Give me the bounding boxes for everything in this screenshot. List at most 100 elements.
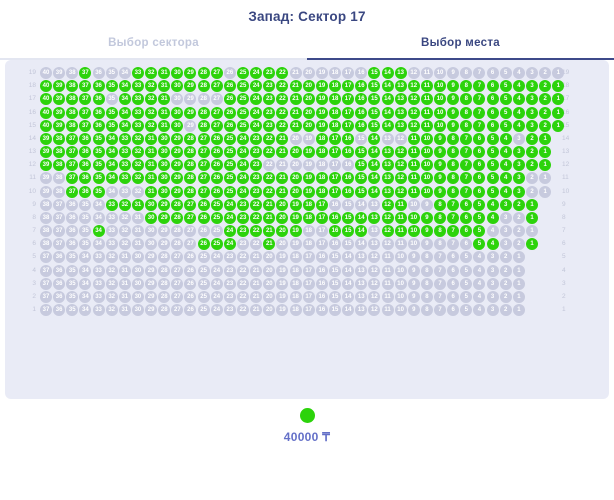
seat[interactable]: 22 [263, 133, 275, 145]
seat[interactable]: 24 [237, 133, 249, 145]
seat[interactable]: 2 [526, 159, 538, 171]
seat[interactable]: 15 [342, 225, 354, 237]
seat[interactable]: 3 [513, 146, 525, 158]
seat[interactable]: 26 [224, 107, 236, 119]
seat[interactable]: 8 [447, 172, 459, 184]
seat[interactable]: 6 [460, 212, 472, 224]
seat[interactable]: 28 [198, 80, 210, 92]
seat[interactable]: 33 [132, 120, 144, 132]
seat[interactable]: 40 [40, 107, 52, 119]
seat[interactable]: 18 [303, 212, 315, 224]
seat[interactable]: 35 [93, 186, 105, 198]
seat[interactable]: 16 [342, 146, 354, 158]
seat[interactable]: 11 [408, 146, 420, 158]
seat[interactable]: 27 [198, 146, 210, 158]
seat[interactable]: 39 [53, 93, 65, 105]
seat[interactable]: 33 [119, 159, 131, 171]
seat[interactable]: 14 [355, 225, 367, 237]
seat[interactable]: 1 [526, 199, 538, 211]
seat[interactable]: 26 [211, 133, 223, 145]
seat[interactable]: 27 [184, 212, 196, 224]
seat[interactable]: 22 [276, 107, 288, 119]
seat[interactable]: 19 [316, 107, 328, 119]
seat[interactable]: 12 [382, 212, 394, 224]
seat[interactable]: 31 [158, 67, 170, 79]
seat[interactable]: 24 [250, 67, 262, 79]
seat[interactable]: 27 [211, 120, 223, 132]
seat[interactable]: 17 [316, 212, 328, 224]
seat[interactable]: 28 [184, 159, 196, 171]
seat[interactable]: 40 [40, 93, 52, 105]
seat[interactable]: 31 [145, 146, 157, 158]
seat[interactable]: 11 [408, 186, 420, 198]
seat[interactable]: 29 [184, 107, 196, 119]
seat[interactable]: 22 [250, 225, 262, 237]
seat[interactable]: 8 [434, 199, 446, 211]
seat[interactable]: 34 [106, 172, 118, 184]
seat[interactable]: 19 [290, 212, 302, 224]
seat[interactable]: 3 [526, 93, 538, 105]
seat[interactable]: 3 [513, 186, 525, 198]
seat[interactable]: 28 [198, 120, 210, 132]
seat[interactable]: 24 [224, 199, 236, 211]
seat[interactable]: 19 [316, 120, 328, 132]
seat[interactable]: 19 [303, 172, 315, 184]
seat[interactable]: 23 [250, 133, 262, 145]
seat[interactable]: 25 [211, 212, 223, 224]
seat[interactable]: 12 [408, 120, 420, 132]
seat[interactable]: 11 [408, 159, 420, 171]
seat[interactable]: 10 [421, 172, 433, 184]
seat[interactable]: 8 [447, 133, 459, 145]
seat[interactable]: 36 [93, 107, 105, 119]
seat[interactable]: 23 [263, 93, 275, 105]
seat[interactable]: 20 [303, 107, 315, 119]
seat[interactable]: 5 [473, 212, 485, 224]
seat[interactable]: 23 [237, 212, 249, 224]
seat[interactable]: 35 [106, 107, 118, 119]
seat[interactable]: 8 [460, 107, 472, 119]
seat[interactable]: 24 [237, 159, 249, 171]
seat[interactable]: 19 [316, 93, 328, 105]
seat[interactable]: 36 [79, 159, 91, 171]
seat[interactable]: 30 [171, 120, 183, 132]
seat[interactable]: 15 [355, 186, 367, 198]
seat[interactable]: 23 [263, 80, 275, 92]
seat[interactable]: 12 [395, 159, 407, 171]
seat[interactable]: 1 [552, 120, 564, 132]
seat[interactable]: 25 [224, 186, 236, 198]
seat[interactable]: 14 [368, 146, 380, 158]
seat[interactable]: 8 [460, 93, 472, 105]
seat[interactable]: 2 [539, 80, 551, 92]
seat[interactable]: 23 [250, 159, 262, 171]
seat[interactable]: 15 [368, 107, 380, 119]
seat[interactable]: 30 [145, 212, 157, 224]
seat[interactable]: 14 [355, 212, 367, 224]
seat[interactable]: 27 [211, 107, 223, 119]
seat[interactable]: 4 [513, 120, 525, 132]
seat[interactable]: 14 [382, 80, 394, 92]
seat[interactable]: 7 [447, 225, 459, 237]
seat[interactable]: 5 [487, 172, 499, 184]
seat[interactable]: 27 [198, 186, 210, 198]
seat[interactable]: 27 [211, 80, 223, 92]
seat[interactable]: 24 [237, 186, 249, 198]
seat[interactable]: 34 [106, 133, 118, 145]
seat[interactable]: 29 [158, 199, 170, 211]
seat[interactable]: 35 [93, 146, 105, 158]
seat[interactable]: 26 [211, 146, 223, 158]
seat[interactable]: 5 [487, 146, 499, 158]
seat[interactable]: 33 [132, 67, 144, 79]
seat[interactable]: 24 [224, 225, 236, 237]
seat[interactable]: 17 [342, 107, 354, 119]
seat[interactable]: 20 [276, 199, 288, 211]
seat[interactable]: 4 [500, 133, 512, 145]
seat[interactable]: 21 [290, 107, 302, 119]
seat[interactable]: 12 [395, 146, 407, 158]
seat[interactable]: 36 [79, 172, 91, 184]
seat[interactable]: 20 [303, 120, 315, 132]
seat[interactable]: 11 [421, 107, 433, 119]
seat[interactable]: 38 [66, 120, 78, 132]
seat[interactable]: 4 [513, 107, 525, 119]
seat[interactable]: 1 [539, 159, 551, 171]
seat[interactable]: 13 [395, 80, 407, 92]
